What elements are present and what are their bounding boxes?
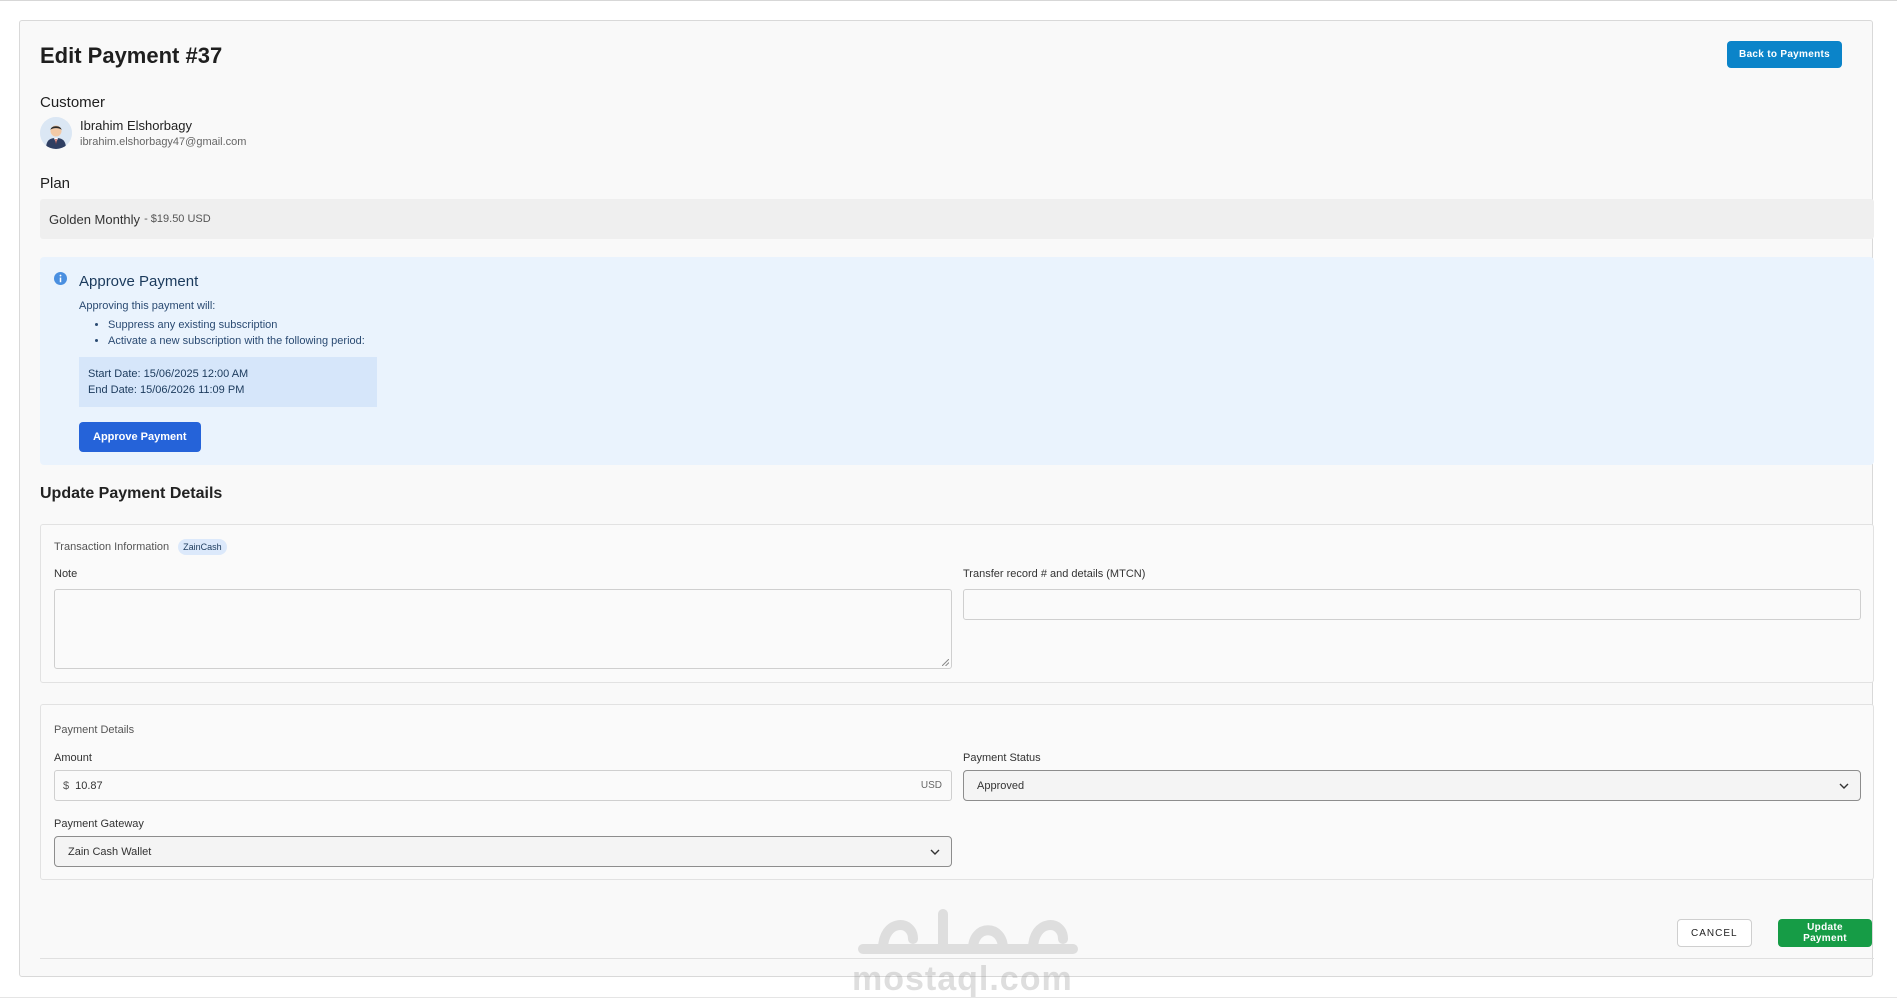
customer-label: Customer	[40, 94, 106, 111]
list-item: Activate a new subscription with the fol…	[108, 335, 365, 347]
back-to-payments-button[interactable]: Back to Payments	[1727, 41, 1842, 68]
payment-gateway-select[interactable]: Zain Cash Wallet	[54, 836, 952, 867]
mtcn-label: Transfer record # and details (MTCN)	[963, 568, 1146, 580]
user-avatar-icon	[40, 117, 72, 149]
payment-status-select[interactable]: Approved	[963, 770, 1861, 801]
customer-info: Ibrahim Elshorbagy ibrahim.elshorbagy47@…	[40, 117, 246, 149]
top-border	[0, 0, 1897, 1]
payment-details-legend: Payment Details	[54, 724, 135, 736]
footer-divider	[40, 958, 1874, 959]
currency-symbol: $	[63, 779, 70, 792]
approve-effects-list: Suppress any existing subscription Activ…	[108, 319, 365, 351]
plan-name: Golden Monthly	[49, 211, 141, 227]
watermark-logo	[858, 909, 1078, 954]
edit-payment-card: Edit Payment #37 Back to Payments Custom…	[19, 20, 1874, 998]
plan-label: Plan	[40, 175, 71, 192]
watermark-url: mostaql.com	[852, 960, 1073, 998]
payment-status-value: Approved	[977, 779, 1025, 792]
list-item: Suppress any existing subscription	[108, 319, 365, 331]
amount-label: Amount	[54, 752, 92, 764]
plan-price: - $19.50 USD	[144, 213, 211, 225]
update-details-title: Update Payment Details	[40, 485, 223, 502]
cancel-button[interactable]: CANCEL	[1677, 919, 1752, 947]
transaction-legend-label: Transaction Information	[54, 541, 170, 553]
gateway-chip: ZainCash	[178, 539, 227, 555]
customer-name: Ibrahim Elshorbagy	[80, 118, 192, 133]
update-payment-button[interactable]: Update Payment	[1778, 919, 1872, 947]
payment-status-label: Payment Status	[963, 752, 1041, 764]
customer-email: ibrahim.elshorbagy47@gmail.com	[80, 136, 247, 148]
payment-gateway-value: Zain Cash Wallet	[68, 845, 152, 858]
transaction-information-panel: Transaction Information ZainCash Note Tr…	[40, 524, 1874, 683]
avatar	[40, 117, 72, 149]
chevron-down-icon	[1839, 783, 1849, 789]
info-icon	[54, 272, 67, 285]
approve-title: Approve Payment	[79, 273, 199, 290]
approve-description: Approving this payment will:	[79, 300, 216, 312]
amount-input[interactable]: $ 10.87 USD	[54, 770, 952, 801]
start-date: Start Date: 15/06/2025 12:00 AM	[88, 368, 249, 380]
plan-box: Golden Monthly - $19.50 USD	[40, 199, 1874, 239]
note-label: Note	[54, 568, 78, 580]
page-title: Edit Payment #37	[40, 43, 223, 68]
mtcn-input[interactable]	[963, 589, 1861, 620]
approve-payment-button[interactable]: Approve Payment	[79, 422, 201, 452]
end-date: End Date: 15/06/2026 11:09 PM	[88, 384, 245, 396]
chevron-down-icon	[930, 849, 940, 855]
payment-details-panel: Payment Details Amount $ 10.87 USD Payme…	[40, 704, 1874, 880]
amount-value: 10.87	[75, 779, 103, 792]
transaction-legend: Transaction Information ZainCash	[54, 539, 227, 555]
payment-gateway-label: Payment Gateway	[54, 818, 144, 830]
note-textarea[interactable]	[54, 589, 952, 669]
approve-payment-panel: Approve Payment Approving this payment w…	[40, 257, 1874, 465]
subscription-period-box: Start Date: 15/06/2025 12:00 AM End Date…	[79, 357, 377, 407]
currency-code: USD	[920, 780, 942, 791]
resize-grip-icon[interactable]	[942, 659, 949, 666]
